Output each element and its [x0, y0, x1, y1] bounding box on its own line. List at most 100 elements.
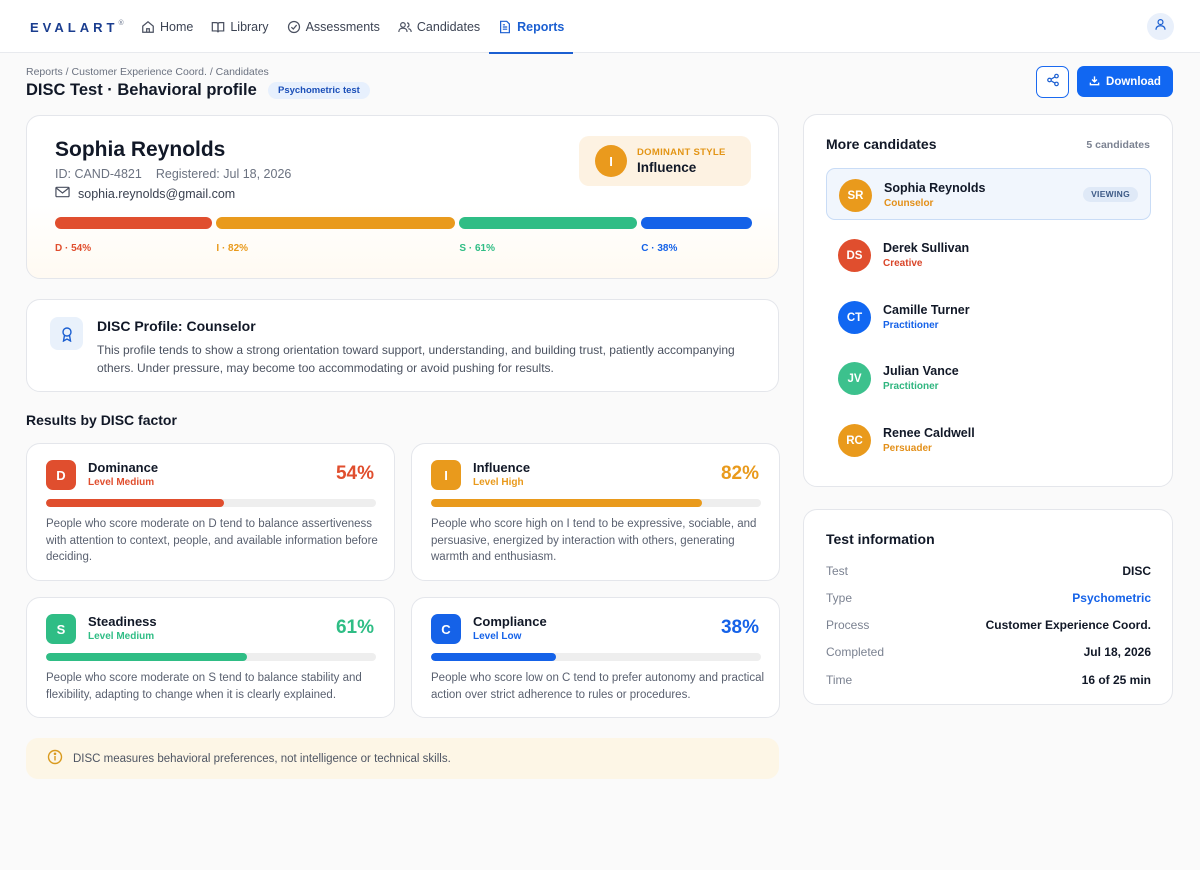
- dominant-letter: I: [595, 145, 627, 177]
- main-nav: Home Library Assessments Candidates Repo…: [132, 0, 574, 54]
- candidate-email-text: sophia.reynolds@gmail.com: [78, 186, 236, 201]
- info-value: Psychometric: [1072, 591, 1151, 605]
- candidate-summary-card: Sophia Reynolds ID: CAND-4821 Registered:…: [26, 115, 779, 279]
- page-title: DISC Test · Behavioral profile: [26, 81, 257, 99]
- factor-description: People who score low on C tend to prefer…: [431, 672, 765, 701]
- factor-letter: S: [46, 614, 76, 644]
- nav-reports-label: Reports: [517, 19, 565, 34]
- profile-description: This profile tends to show a strong orie…: [97, 343, 735, 375]
- factor-letter: C: [431, 614, 461, 644]
- nav-assessments[interactable]: Assessments: [278, 0, 389, 53]
- avatar: CT: [838, 301, 871, 334]
- download-label: Download: [1106, 75, 1161, 88]
- check-circle-icon: [287, 20, 301, 34]
- factor-name: Influence: [473, 460, 531, 475]
- candidate-list-item[interactable]: JV Julian Vance Practitioner: [826, 352, 1151, 404]
- factor-percentage: 38%: [720, 617, 759, 638]
- nav-home[interactable]: Home: [132, 0, 202, 53]
- more-candidates-card: More candidates 5 candidates SR Sophia R…: [803, 114, 1173, 487]
- candidate-meta: ID: CAND-4821 Registered: Jul 18, 2026: [55, 167, 291, 181]
- breadcrumb[interactable]: Reports / Customer Experience Coord. / C…: [26, 66, 269, 78]
- factor-level: Level High: [473, 477, 524, 488]
- nav-reports[interactable]: Reports: [489, 0, 574, 54]
- disc-note-banner: DISC measures behavioral preferences, no…: [26, 738, 779, 779]
- factor-letter: D: [46, 460, 76, 490]
- factor-card-influence: I Influence Level High 82% People who sc…: [411, 443, 780, 581]
- candidate-email[interactable]: sophia.reynolds@gmail.com: [55, 186, 235, 201]
- factor-progress-fill: [431, 653, 557, 661]
- candidate-list-name: Camille Turner: [883, 303, 970, 317]
- candidate-list-role: Persuader: [883, 443, 932, 454]
- profile-title: DISC Profile: Counselor: [97, 318, 256, 334]
- info-value: Customer Experience Coord.: [985, 618, 1151, 632]
- disc-bar-segment-c: [641, 217, 752, 229]
- info-icon: [47, 749, 63, 768]
- avatar: SR: [839, 179, 872, 212]
- more-candidates-title: More candidates: [826, 136, 937, 152]
- candidate-list-item[interactable]: RC Renee Caldwell Persuader: [826, 414, 1151, 466]
- candidate-list-item[interactable]: SR Sophia Reynolds Counselor VIEWING: [826, 168, 1151, 220]
- user-menu-button[interactable]: [1147, 13, 1174, 40]
- disc-bar-segment-d: [55, 217, 213, 229]
- test-information-card: Test information Test DISC Type Psychome…: [803, 509, 1173, 705]
- nav-candidates-label: Candidates: [416, 19, 481, 34]
- factor-progress-track: [431, 653, 761, 661]
- user-icon: [1154, 18, 1167, 36]
- avatar: JV: [838, 362, 871, 395]
- candidate-id: ID: CAND-4821: [55, 167, 142, 181]
- download-button[interactable]: Download: [1077, 66, 1173, 97]
- candidate-list-role: Creative: [883, 258, 923, 269]
- test-type-badge: Psychometric test: [268, 82, 370, 99]
- factor-level: Level Low: [473, 631, 522, 642]
- candidate-list-name: Derek Sullivan: [883, 241, 970, 255]
- nav-library[interactable]: Library: [202, 0, 277, 53]
- info-key: Test: [826, 564, 849, 578]
- candidates-count: 5 candidates: [1086, 139, 1150, 151]
- share-icon: [1046, 73, 1060, 92]
- home-icon: [141, 20, 155, 34]
- factor-name: Steadiness: [88, 614, 157, 629]
- users-icon: [398, 20, 412, 34]
- factor-progress-fill: [46, 653, 248, 661]
- factor-percentage: 61%: [335, 617, 374, 638]
- dominant-caption: DOMINANT STYLE: [637, 147, 726, 158]
- dominant-value: Influence: [637, 160, 697, 175]
- info-value: DISC: [1122, 564, 1151, 578]
- factor-percentage: 82%: [720, 463, 759, 484]
- info-key: Time: [826, 673, 853, 687]
- award-icon: [50, 317, 83, 350]
- factor-progress-track: [46, 653, 376, 661]
- candidate-list-name: Sophia Reynolds: [884, 181, 986, 195]
- avatar: DS: [838, 239, 871, 272]
- mail-icon: [55, 186, 70, 201]
- viewing-badge: VIEWING: [1083, 187, 1138, 202]
- info-key: Process: [826, 618, 870, 632]
- candidate-list-name: Julian Vance: [883, 364, 959, 378]
- info-value: Jul 18, 2026: [1083, 645, 1151, 659]
- disc-bar-segment-i: [216, 217, 456, 229]
- candidate-list-item[interactable]: CT Camille Turner Practitioner: [826, 291, 1151, 343]
- info-value: 16 of 25 min: [1081, 673, 1151, 687]
- factor-card-steadiness: S Steadiness Level Medium 61% People who…: [26, 597, 395, 718]
- nav-library-label: Library: [230, 19, 269, 34]
- factor-description: People who score high on I tend to be ex…: [431, 518, 757, 563]
- share-button[interactable]: [1036, 66, 1069, 98]
- bar-label-i: I · 82%: [216, 243, 249, 254]
- factor-progress-fill: [46, 499, 225, 507]
- nav-home-label: Home: [160, 19, 194, 34]
- avatar: RC: [838, 424, 871, 457]
- candidate-registered: Registered: Jul 18, 2026: [155, 167, 292, 181]
- top-navigation-bar: EVALART® Home Library Assessments Candid…: [0, 0, 1200, 54]
- note-text: DISC measures behavioral preferences, no…: [73, 752, 451, 765]
- factor-level: Level Medium: [88, 477, 155, 488]
- nav-candidates[interactable]: Candidates: [389, 0, 489, 53]
- candidate-list-item[interactable]: DS Derek Sullivan Creative: [826, 229, 1151, 281]
- factor-name: Dominance: [88, 460, 159, 475]
- disc-profile-card: DISC Profile: Counselor This profile ten…: [26, 299, 779, 392]
- factor-percentage: 54%: [335, 463, 374, 484]
- candidate-name: Sophia Reynolds: [55, 138, 226, 161]
- factor-card-dominance: D Dominance Level Medium 54% People who …: [26, 443, 395, 581]
- disc-distribution-bar: [55, 217, 752, 229]
- logo[interactable]: EVALART®: [30, 20, 124, 35]
- test-information-title: Test information: [826, 531, 935, 547]
